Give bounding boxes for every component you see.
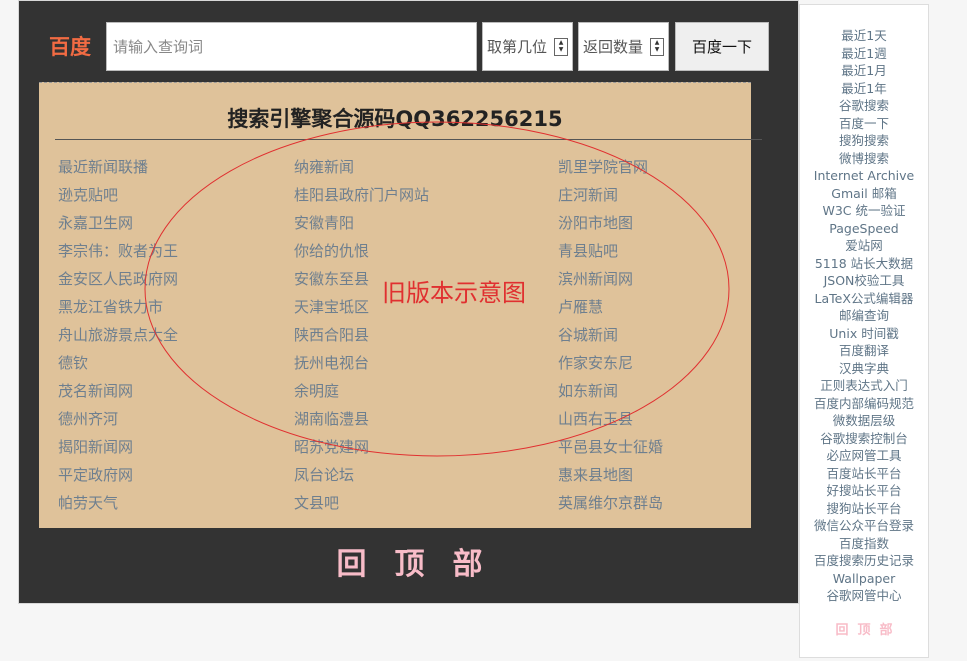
- result-link[interactable]: 陕西合阳县: [294, 321, 429, 349]
- sidebar-link[interactable]: 百度搜索历史记录: [800, 552, 928, 570]
- spin-arrows-icon[interactable]: ▲ ▼: [650, 37, 664, 56]
- result-link[interactable]: 帕劳天气: [58, 489, 178, 517]
- sidebar-link[interactable]: 百度指数: [800, 535, 928, 553]
- result-link[interactable]: 金安区人民政府网: [58, 265, 178, 293]
- sidebar-link[interactable]: LaTeX公式编辑器: [800, 290, 928, 308]
- annotation-label: 旧版本示意图: [382, 279, 526, 307]
- result-link[interactable]: 抚州电视台: [294, 349, 429, 377]
- count-stepper[interactable]: 返回数量 ▲ ▼: [578, 22, 669, 71]
- sidebar-link[interactable]: Unix 时间戳: [800, 325, 928, 343]
- result-link[interactable]: 逊克贴吧: [58, 181, 178, 209]
- result-link[interactable]: 谷城新闻: [558, 321, 663, 349]
- result-link[interactable]: 湖南临澧县: [294, 405, 429, 433]
- sidebar-link[interactable]: 微信公众平台登录: [800, 517, 928, 535]
- result-link[interactable]: 惠来县地图: [558, 461, 663, 489]
- sidebar-link[interactable]: Gmail 邮箱: [800, 185, 928, 203]
- result-link[interactable]: 舟山旅游景点大全: [58, 321, 178, 349]
- position-placeholder: 取第几位: [487, 38, 548, 56]
- search-button[interactable]: 百度一下: [675, 22, 769, 71]
- result-link[interactable]: 汾阳市地图: [558, 209, 663, 237]
- sidebar-link[interactable]: 微博搜索: [800, 150, 928, 168]
- result-link[interactable]: 揭阳新闻网: [58, 433, 178, 461]
- sidebar-back-to-top-button[interactable]: 回顶部: [800, 619, 928, 638]
- sidebar-link[interactable]: 百度一下: [800, 115, 928, 133]
- sidebar-link[interactable]: Wallpaper: [800, 570, 928, 588]
- spin-arrows-icon[interactable]: ▲ ▼: [554, 37, 568, 56]
- result-link[interactable]: 平定政府网: [58, 461, 178, 489]
- sidebar-link[interactable]: 必应网管工具: [800, 447, 928, 465]
- sidebar-link[interactable]: 微数据层级: [800, 412, 928, 430]
- result-link[interactable]: 文县吧: [294, 489, 429, 517]
- result-link[interactable]: 余明庭: [294, 377, 429, 405]
- results-panel: 搜索引擎聚合源码QQ362256215 最近新闻联播 逊克贴吧 永嘉卫生网 李宗伟：败…: [39, 82, 762, 528]
- result-link[interactable]: 卢雁慧: [558, 293, 663, 321]
- result-link[interactable]: 茂名新闻网: [58, 377, 178, 405]
- sidebar-link[interactable]: 搜狗搜索: [800, 132, 928, 150]
- sidebar-link[interactable]: 邮编查询: [800, 307, 928, 325]
- sidebar-link-list: 最近1天 最近1週 最近1月 最近1年 谷歌搜索 百度一下 搜狗搜索 微博搜索 Internet…: [800, 27, 928, 605]
- result-link[interactable]: 最近新闻联播: [58, 153, 178, 181]
- back-to-top-button[interactable]: 回顶部: [19, 539, 800, 583]
- link-column-2: 纳雍新闻 桂阳县政府门户网站 安徽青阳 你给的仇恨 安徽东至县 天津宝坻区 陕西合阳县 抚州电…: [294, 153, 429, 517]
- result-link[interactable]: 德州齐河: [58, 405, 178, 433]
- sidebar: 最近1天 最近1週 最近1月 最近1年 谷歌搜索 百度一下 搜狗搜索 微博搜索 Internet…: [799, 4, 929, 658]
- result-link[interactable]: 李宗伟：败者为王: [58, 237, 178, 265]
- result-link[interactable]: 凯里学院官网: [558, 153, 663, 181]
- search-input[interactable]: [106, 22, 477, 71]
- result-link[interactable]: 山西右玉县: [558, 405, 663, 433]
- sidebar-link[interactable]: 谷歌搜索: [800, 97, 928, 115]
- panel-title: 搜索引擎聚合源码QQ362256215: [227, 107, 563, 131]
- count-placeholder: 返回数量: [583, 38, 644, 56]
- result-link[interactable]: 你给的仇恨: [294, 237, 429, 265]
- sidebar-link[interactable]: 百度翻译: [800, 342, 928, 360]
- result-link[interactable]: 昭苏党建网: [294, 433, 429, 461]
- link-column-3: 凯里学院官网 庄河新闻 汾阳市地图 青县贴吧 滨州新闻网 卢雁慧 谷城新闻 作家安东尼 如东新闻…: [558, 153, 663, 517]
- sidebar-link[interactable]: 5118 站长大数据: [800, 255, 928, 273]
- sidebar-link[interactable]: 搜狗站长平台: [800, 500, 928, 518]
- sidebar-link[interactable]: Internet Archive: [800, 167, 928, 185]
- main-container: 百度 取第几位 ▲▼ 返回数量 ▲▼ 百度一下 搜索引擎聚合源码QQ362256…: [18, 0, 799, 604]
- position-stepper[interactable]: 取第几位 ▲ ▼: [482, 22, 573, 71]
- result-link[interactable]: 平邑县女士征婚: [558, 433, 663, 461]
- result-link[interactable]: 黑龙江省铁力市: [58, 293, 178, 321]
- sidebar-link[interactable]: PageSpeed: [800, 220, 928, 238]
- result-link[interactable]: 如东新闻: [558, 377, 663, 405]
- sidebar-link[interactable]: 好搜站长平台: [800, 482, 928, 500]
- sidebar-link[interactable]: W3C 统一验证: [800, 202, 928, 220]
- sidebar-link[interactable]: 谷歌搜索控制台: [800, 430, 928, 448]
- sidebar-link[interactable]: 汉典字典: [800, 360, 928, 378]
- sidebar-link[interactable]: 最近1週: [800, 45, 928, 63]
- sidebar-link[interactable]: 百度内部编码规范: [800, 395, 928, 413]
- sidebar-link[interactable]: 百度站长平台: [800, 465, 928, 483]
- result-link[interactable]: 桂阳县政府门户网站: [294, 181, 429, 209]
- sidebar-link[interactable]: 最近1年: [800, 80, 928, 98]
- result-link[interactable]: 德钦: [58, 349, 178, 377]
- result-link[interactable]: 安徽青阳: [294, 209, 429, 237]
- result-link[interactable]: 凤台论坛: [294, 461, 429, 489]
- sidebar-link[interactable]: 最近1月: [800, 62, 928, 80]
- sidebar-link[interactable]: JSON校验工具: [800, 272, 928, 290]
- sidebar-link[interactable]: 正则表达式入门: [800, 377, 928, 395]
- result-link[interactable]: 青县贴吧: [558, 237, 663, 265]
- baidu-logo[interactable]: 百度: [49, 31, 91, 61]
- divider: [55, 139, 762, 140]
- sidebar-link[interactable]: 最近1天: [800, 27, 928, 45]
- result-link[interactable]: 纳雍新闻: [294, 153, 429, 181]
- result-link[interactable]: 庄河新闻: [558, 181, 663, 209]
- link-column-1: 最近新闻联播 逊克贴吧 永嘉卫生网 李宗伟：败者为王 金安区人民政府网 黑龙江省铁力市 舟山…: [58, 153, 178, 517]
- sidebar-link[interactable]: 爱站网: [800, 237, 928, 255]
- result-link[interactable]: 滨州新闻网: [558, 265, 663, 293]
- sidebar-link[interactable]: 谷歌网管中心: [800, 587, 928, 605]
- result-link[interactable]: 永嘉卫生网: [58, 209, 178, 237]
- result-link[interactable]: 作家安东尼: [558, 349, 663, 377]
- result-link[interactable]: 英属维尔京群岛: [558, 489, 663, 517]
